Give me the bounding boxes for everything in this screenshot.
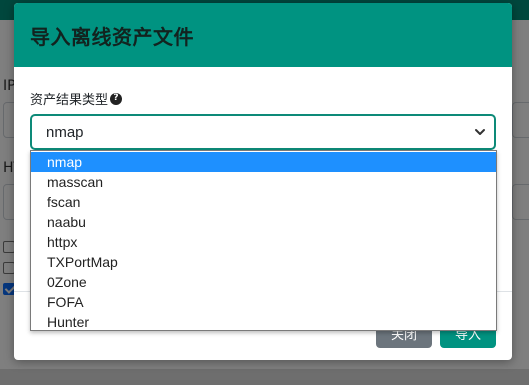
option-hunter[interactable]: Hunter <box>31 312 496 332</box>
option-naabu[interactable]: naabu <box>31 212 496 232</box>
asset-result-type-label: 资产结果类型 ? <box>30 89 123 108</box>
select-value: nmap <box>46 123 84 141</box>
option-nmap[interactable]: nmap <box>31 152 496 172</box>
modal-title: 导入离线资产文件 <box>30 24 194 49</box>
asset-result-type-select[interactable]: nmap <box>30 114 496 150</box>
asset-type-dropdown-list: nmap masscan fscan naabu httpx TXPortMap… <box>30 150 497 331</box>
option-masscan[interactable]: masscan <box>31 172 496 192</box>
option-httpx[interactable]: httpx <box>31 232 496 252</box>
question-circle-icon[interactable]: ? <box>110 92 123 105</box>
chevron-down-icon <box>475 129 485 135</box>
field-label-text: 资产结果类型 <box>30 93 109 108</box>
option-fscan[interactable]: fscan <box>31 192 496 212</box>
option-fofa[interactable]: FOFA <box>31 292 496 312</box>
modal-header: 导入离线资产文件 <box>14 3 512 67</box>
option-txportmap[interactable]: TXPortMap <box>31 252 496 272</box>
option-0zone[interactable]: 0Zone <box>31 272 496 292</box>
